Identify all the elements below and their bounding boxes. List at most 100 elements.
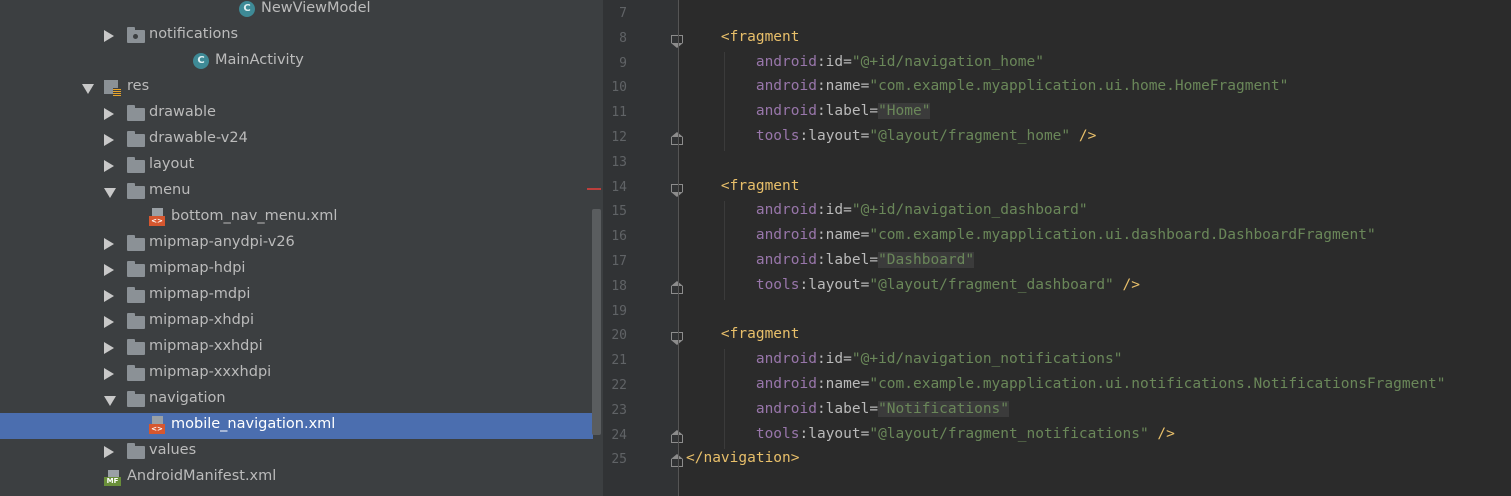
chevron-right-icon[interactable]	[104, 290, 114, 302]
tree-item-bottom-nav-menu-xml[interactable]: <> bottom_nav_menu.xml	[0, 205, 590, 231]
fold-collapse-icon[interactable]	[671, 34, 683, 48]
chevron-right-icon[interactable]	[104, 108, 114, 120]
fold-end-icon[interactable]	[671, 429, 683, 443]
code-token: :name=	[816, 78, 870, 95]
fold-collapse-icon[interactable]	[671, 183, 683, 197]
tree-item-label: drawable	[149, 104, 216, 120]
chevron-down-icon[interactable]	[104, 188, 116, 198]
chevron-right-icon[interactable]	[104, 316, 114, 328]
tree-item-drawable[interactable]: drawable	[0, 101, 590, 127]
tree-item-mipmap-xxxhdpi[interactable]: mipmap-xxxhdpi	[0, 361, 590, 387]
code-line[interactable]: tools:layout="@layout/fragment_dashboard…	[686, 277, 1140, 293]
fold-end-icon[interactable]	[671, 454, 683, 468]
folder-icon	[127, 313, 145, 329]
line-number: 14	[611, 179, 627, 195]
code-line[interactable]: android:id="@+id/navigation_dashboard"	[686, 202, 1088, 218]
tree-item-layout[interactable]: layout	[0, 153, 590, 179]
package-folder-icon	[127, 27, 145, 43]
chevron-down-icon[interactable]	[104, 396, 116, 406]
chevron-right-icon[interactable]	[104, 30, 114, 42]
line-number: 17	[611, 254, 627, 269]
code-token: "@layout/fragment_home"	[869, 128, 1071, 144]
code-line[interactable]: android:label="Home"	[686, 103, 931, 120]
code-token: :label=	[816, 400, 879, 417]
chevron-right-icon[interactable]	[104, 134, 114, 146]
folder-icon	[127, 365, 145, 381]
code-line[interactable]: android:id="@+id/navigation_home"	[686, 54, 1044, 70]
indent-guide	[724, 51, 725, 151]
code-line[interactable]: <fragment	[686, 326, 800, 342]
code-token: :layout=	[799, 128, 870, 144]
tree-item-androidmanifest-xml[interactable]: MF AndroidManifest.xml	[0, 465, 590, 491]
tree-item-notifications[interactable]: notifications	[0, 23, 590, 49]
tree-item-menu[interactable]: menu	[0, 179, 590, 205]
chevron-right-icon[interactable]	[104, 264, 114, 276]
code-line[interactable]: <fragment	[686, 29, 800, 45]
chevron-right-icon[interactable]	[104, 446, 114, 458]
tree-item-mainactivity[interactable]: C MainActivity	[0, 49, 590, 75]
code-token: "com.example.myapplication.ui.home.HomeF…	[869, 78, 1289, 95]
code-token: />	[1070, 128, 1097, 144]
tree-item-mipmap-hdpi[interactable]: mipmap-hdpi	[0, 257, 590, 283]
code-line[interactable]: android:name="com.example.myapplication.…	[686, 227, 1376, 243]
gutter-divider	[678, 0, 679, 496]
tree-item-label: bottom_nav_menu.xml	[171, 208, 338, 224]
tree-item-label: mipmap-xhdpi	[149, 312, 255, 328]
line-number: 12	[611, 130, 627, 145]
fold-collapse-icon[interactable]	[671, 332, 683, 346]
tree-item-navigation[interactable]: navigation	[0, 387, 590, 413]
folder-icon	[127, 105, 145, 121]
code-line[interactable]: tools:layout="@layout/fragment_home" />	[686, 128, 1097, 144]
tree-item-drawable-v24[interactable]: drawable-v24	[0, 127, 590, 153]
code-token: "@+id/navigation_dashboard"	[851, 202, 1088, 219]
code-line[interactable]: android:label="Dashboard"	[686, 252, 975, 268]
chevron-right-icon[interactable]	[104, 342, 114, 354]
tree-item-mipmap-mdpi[interactable]: mipmap-mdpi	[0, 283, 590, 309]
tree-item-mobile-navigation-xml[interactable]: <> mobile_navigation.xml	[0, 413, 593, 439]
code-line[interactable]: android:name="com.example.myapplication.…	[686, 376, 1446, 392]
line-number: 7	[619, 6, 627, 21]
code-token: android	[755, 351, 817, 368]
chevron-down-icon[interactable]	[82, 84, 94, 94]
code-token: tools	[755, 276, 800, 293]
line-number: 22	[611, 378, 627, 393]
code-token: <fragment	[720, 177, 800, 194]
line-number: 20	[611, 328, 627, 344]
tree-item-mipmap-anydpi-v26[interactable]: mipmap-anydpi-v26	[0, 231, 590, 257]
tree-item-mipmap-xhdpi[interactable]: mipmap-xhdpi	[0, 309, 590, 335]
fold-end-icon[interactable]	[671, 280, 683, 294]
tree-item-newviewmodel[interactable]: C NewViewModel	[0, 0, 590, 23]
code-token: </navigation>	[686, 450, 800, 467]
code-token: android	[755, 376, 817, 392]
kotlin-class-icon: C	[239, 1, 255, 17]
chevron-right-icon[interactable]	[104, 238, 114, 250]
tree-item-label: mipmap-mdpi	[149, 286, 251, 302]
tree-item-values[interactable]: values	[0, 439, 590, 465]
chevron-right-icon[interactable]	[104, 368, 114, 380]
fold-end-icon[interactable]	[671, 132, 683, 145]
code-line[interactable]: tools:layout="@layout/fragment_notificat…	[686, 426, 1175, 442]
code-editor[interactable]: 7 8 9 10 11 12 13 14 15 16 17 18 19 20 21 22 23 24 25 <fra…	[587, 0, 1511, 496]
code-line[interactable]: <fragment	[686, 178, 800, 194]
folder-icon	[127, 391, 145, 407]
code-line[interactable]: android:id="@+id/navigation_notification…	[686, 351, 1123, 367]
code-line[interactable]: android:name="com.example.myapplication.…	[686, 78, 1289, 95]
code-token: android	[755, 400, 817, 417]
tree-scrollbar[interactable]	[592, 209, 601, 435]
tree-item-res[interactable]: res	[0, 75, 590, 101]
folder-icon	[127, 287, 145, 303]
code-line[interactable]: </navigation>	[686, 450, 800, 466]
chevron-right-icon[interactable]	[104, 160, 114, 172]
code-token: :label=	[816, 103, 879, 120]
code-line[interactable]: android:label="Notifications"	[686, 400, 1010, 417]
tree-item-label: drawable-v24	[149, 130, 248, 146]
code-token: <fragment	[720, 326, 800, 343]
tree-item-mipmap-xxhdpi[interactable]: mipmap-xxhdpi	[0, 335, 590, 361]
code-token: "Dashboard"	[878, 252, 975, 268]
